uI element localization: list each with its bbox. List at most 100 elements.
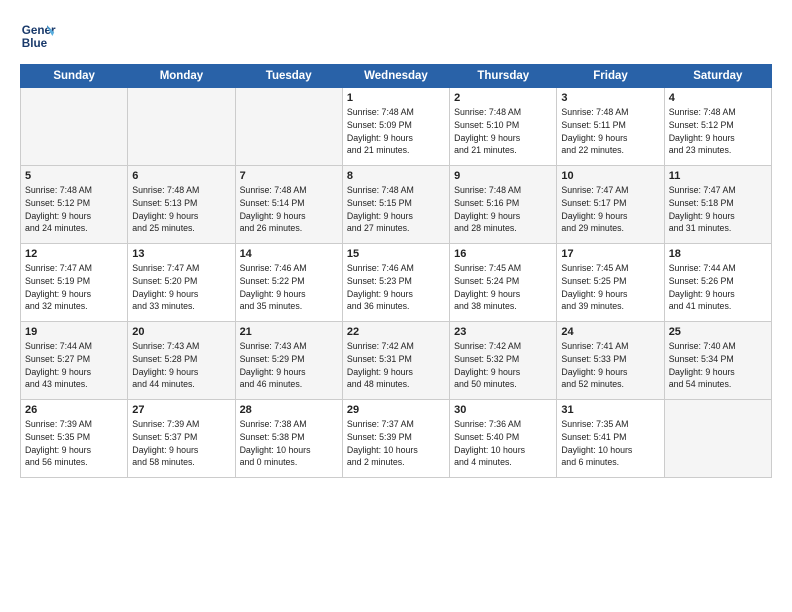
day-number: 30: [454, 404, 552, 416]
calendar-cell: 9 Sunrise: 7:48 AM Sunset: 5:16 PM Daylig…: [450, 166, 557, 244]
calendar-cell: 23 Sunrise: 7:42 AM Sunset: 5:32 PM Dayli…: [450, 322, 557, 400]
day-info: Sunrise: 7:40 AM Sunset: 5:34 PM Dayligh…: [669, 340, 767, 391]
calendar-cell: [235, 88, 342, 166]
day-number: 4: [669, 92, 767, 104]
day-number: 11: [669, 170, 767, 182]
day-info: Sunrise: 7:37 AM Sunset: 5:39 PM Dayligh…: [347, 418, 445, 469]
day-number: 29: [347, 404, 445, 416]
calendar-day-header: Tuesday: [235, 65, 342, 88]
calendar-cell: 14 Sunrise: 7:46 AM Sunset: 5:22 PM Dayli…: [235, 244, 342, 322]
calendar-header-row: SundayMondayTuesdayWednesdayThursdayFrid…: [21, 65, 772, 88]
calendar-cell: 31 Sunrise: 7:35 AM Sunset: 5:41 PM Dayli…: [557, 400, 664, 478]
calendar-week-row: 12 Sunrise: 7:47 AM Sunset: 5:19 PM Dayli…: [21, 244, 772, 322]
day-info: Sunrise: 7:48 AM Sunset: 5:13 PM Dayligh…: [132, 184, 230, 235]
day-info: Sunrise: 7:48 AM Sunset: 5:12 PM Dayligh…: [669, 106, 767, 157]
svg-text:Blue: Blue: [22, 37, 48, 50]
calendar-cell: 18Sunrise: 7:44 AM Sunset: 5:26 PM Dayli…: [664, 244, 771, 322]
day-number: 22: [347, 326, 445, 338]
day-info: Sunrise: 7:35 AM Sunset: 5:41 PM Dayligh…: [561, 418, 659, 469]
calendar-cell: 28 Sunrise: 7:38 AM Sunset: 5:38 PM Dayli…: [235, 400, 342, 478]
day-info: Sunrise: 7:46 AM Sunset: 5:22 PM Dayligh…: [240, 262, 338, 313]
day-number: 6: [132, 170, 230, 182]
calendar-cell: 7 Sunrise: 7:48 AM Sunset: 5:14 PM Daylig…: [235, 166, 342, 244]
calendar-cell: 12 Sunrise: 7:47 AM Sunset: 5:19 PM Dayli…: [21, 244, 128, 322]
day-info: Sunrise: 7:44 AM Sunset: 5:27 PM Dayligh…: [25, 340, 123, 391]
calendar-cell: 26 Sunrise: 7:39 AM Sunset: 5:35 PM Dayli…: [21, 400, 128, 478]
day-number: 13: [132, 248, 230, 260]
day-number: 15: [347, 248, 445, 260]
day-info: Sunrise: 7:45 AM Sunset: 5:25 PM Dayligh…: [561, 262, 659, 313]
day-number: 7: [240, 170, 338, 182]
calendar-cell: 8 Sunrise: 7:48 AM Sunset: 5:15 PM Daylig…: [342, 166, 449, 244]
day-info: Sunrise: 7:43 AM Sunset: 5:28 PM Dayligh…: [132, 340, 230, 391]
calendar-cell: 24Sunrise: 7:41 AM Sunset: 5:33 PM Dayli…: [557, 322, 664, 400]
day-info: Sunrise: 7:48 AM Sunset: 5:14 PM Dayligh…: [240, 184, 338, 235]
calendar-cell: [128, 88, 235, 166]
calendar-cell: 13 Sunrise: 7:47 AM Sunset: 5:20 PM Dayli…: [128, 244, 235, 322]
day-info: Sunrise: 7:45 AM Sunset: 5:24 PM Dayligh…: [454, 262, 552, 313]
day-info: Sunrise: 7:47 AM Sunset: 5:20 PM Dayligh…: [132, 262, 230, 313]
calendar-cell: 11 Sunrise: 7:47 AM Sunset: 5:18 PM Dayli…: [664, 166, 771, 244]
calendar-cell: 2 Sunrise: 7:48 AM Sunset: 5:10 PM Daylig…: [450, 88, 557, 166]
day-number: 16: [454, 248, 552, 260]
day-info: Sunrise: 7:48 AM Sunset: 5:15 PM Dayligh…: [347, 184, 445, 235]
day-number: 2: [454, 92, 552, 104]
day-number: 20: [132, 326, 230, 338]
calendar-week-row: 1 Sunrise: 7:48 AM Sunset: 5:09 PM Daylig…: [21, 88, 772, 166]
calendar-cell: 6 Sunrise: 7:48 AM Sunset: 5:13 PM Daylig…: [128, 166, 235, 244]
day-info: Sunrise: 7:39 AM Sunset: 5:35 PM Dayligh…: [25, 418, 123, 469]
calendar-day-header: Monday: [128, 65, 235, 88]
day-number: 27: [132, 404, 230, 416]
calendar-cell: [664, 400, 771, 478]
day-number: 10: [561, 170, 659, 182]
day-info: Sunrise: 7:48 AM Sunset: 5:16 PM Dayligh…: [454, 184, 552, 235]
day-info: Sunrise: 7:38 AM Sunset: 5:38 PM Dayligh…: [240, 418, 338, 469]
day-number: 3: [561, 92, 659, 104]
calendar-cell: 10Sunrise: 7:47 AM Sunset: 5:17 PM Dayli…: [557, 166, 664, 244]
day-info: Sunrise: 7:48 AM Sunset: 5:10 PM Dayligh…: [454, 106, 552, 157]
calendar-cell: 3 Sunrise: 7:48 AM Sunset: 5:11 PM Daylig…: [557, 88, 664, 166]
calendar-cell: 20 Sunrise: 7:43 AM Sunset: 5:28 PM Dayli…: [128, 322, 235, 400]
calendar-cell: 21Sunrise: 7:43 AM Sunset: 5:29 PM Dayli…: [235, 322, 342, 400]
day-number: 31: [561, 404, 659, 416]
calendar-cell: [21, 88, 128, 166]
day-number: 8: [347, 170, 445, 182]
day-info: Sunrise: 7:48 AM Sunset: 5:12 PM Dayligh…: [25, 184, 123, 235]
day-number: 14: [240, 248, 338, 260]
day-number: 9: [454, 170, 552, 182]
day-info: Sunrise: 7:42 AM Sunset: 5:32 PM Dayligh…: [454, 340, 552, 391]
day-number: 26: [25, 404, 123, 416]
calendar-day-header: Saturday: [664, 65, 771, 88]
calendar-table: SundayMondayTuesdayWednesdayThursdayFrid…: [20, 64, 772, 478]
calendar-week-row: 19 Sunrise: 7:44 AM Sunset: 5:27 PM Dayli…: [21, 322, 772, 400]
day-info: Sunrise: 7:47 AM Sunset: 5:18 PM Dayligh…: [669, 184, 767, 235]
day-number: 18: [669, 248, 767, 260]
day-number: 28: [240, 404, 338, 416]
day-info: Sunrise: 7:43 AM Sunset: 5:29 PM Dayligh…: [240, 340, 338, 391]
calendar-cell: 29 Sunrise: 7:37 AM Sunset: 5:39 PM Dayli…: [342, 400, 449, 478]
calendar-cell: 25Sunrise: 7:40 AM Sunset: 5:34 PM Dayli…: [664, 322, 771, 400]
calendar-cell: 19 Sunrise: 7:44 AM Sunset: 5:27 PM Dayli…: [21, 322, 128, 400]
calendar-day-header: Thursday: [450, 65, 557, 88]
day-info: Sunrise: 7:47 AM Sunset: 5:19 PM Dayligh…: [25, 262, 123, 313]
calendar-cell: 30 Sunrise: 7:36 AM Sunset: 5:40 PM Dayli…: [450, 400, 557, 478]
day-number: 23: [454, 326, 552, 338]
logo-icon: General Blue: [20, 18, 56, 54]
calendar-week-row: 5 Sunrise: 7:48 AM Sunset: 5:12 PM Daylig…: [21, 166, 772, 244]
calendar-cell: 22Sunrise: 7:42 AM Sunset: 5:31 PM Dayli…: [342, 322, 449, 400]
day-info: Sunrise: 7:41 AM Sunset: 5:33 PM Dayligh…: [561, 340, 659, 391]
day-number: 19: [25, 326, 123, 338]
day-info: Sunrise: 7:48 AM Sunset: 5:09 PM Dayligh…: [347, 106, 445, 157]
calendar-cell: 5 Sunrise: 7:48 AM Sunset: 5:12 PM Daylig…: [21, 166, 128, 244]
day-number: 12: [25, 248, 123, 260]
day-number: 1: [347, 92, 445, 104]
calendar-cell: 15Sunrise: 7:46 AM Sunset: 5:23 PM Dayli…: [342, 244, 449, 322]
page-header: General Blue: [20, 18, 772, 54]
calendar-cell: 17 Sunrise: 7:45 AM Sunset: 5:25 PM Dayli…: [557, 244, 664, 322]
calendar-cell: 27Sunrise: 7:39 AM Sunset: 5:37 PM Dayli…: [128, 400, 235, 478]
day-number: 5: [25, 170, 123, 182]
day-number: 17: [561, 248, 659, 260]
day-info: Sunrise: 7:48 AM Sunset: 5:11 PM Dayligh…: [561, 106, 659, 157]
day-info: Sunrise: 7:36 AM Sunset: 5:40 PM Dayligh…: [454, 418, 552, 469]
calendar-cell: 4 Sunrise: 7:48 AM Sunset: 5:12 PM Daylig…: [664, 88, 771, 166]
